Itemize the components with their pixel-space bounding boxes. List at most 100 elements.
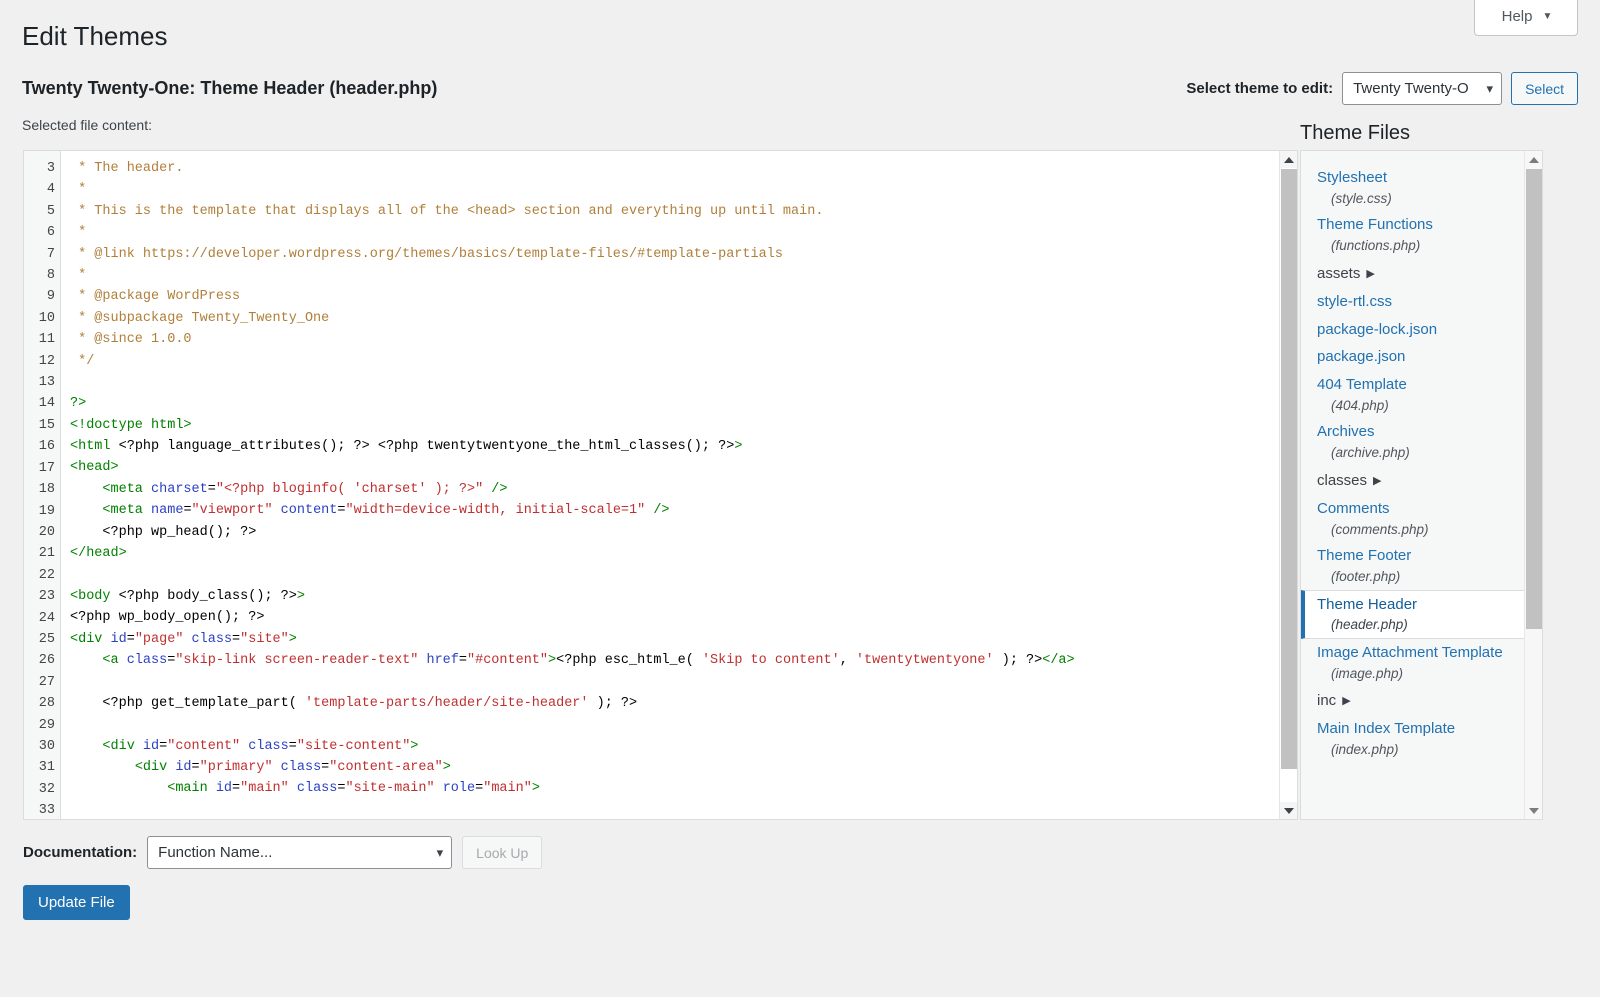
- code-line: * The header.: [70, 158, 1297, 179]
- update-file-button[interactable]: Update File: [23, 885, 130, 920]
- code-line: </head>: [70, 543, 1297, 564]
- theme-file-item-archives[interactable]: Archives (archive.php): [1301, 418, 1524, 465]
- editor-scrollbar[interactable]: [1279, 151, 1297, 819]
- line-number: 15: [38, 417, 55, 433]
- line-number: 27: [38, 674, 55, 690]
- code-token: >: [734, 439, 743, 455]
- code-token: <head>: [70, 460, 119, 476]
- code-token: *: [70, 182, 87, 198]
- scroll-up-arrow-icon[interactable]: [1280, 151, 1297, 168]
- code-token: class: [183, 631, 233, 647]
- code-token: </a>: [1042, 652, 1075, 668]
- code-token: name: [142, 503, 184, 519]
- current-file-heading: Twenty Twenty-One: Theme Header (header.…: [22, 77, 438, 98]
- scroll-down-arrow-icon[interactable]: [1280, 802, 1297, 819]
- theme-file-name: style-rtl.css: [1317, 292, 1392, 310]
- theme-file-item-theme-header[interactable]: Theme Header (header.php): [1301, 589, 1524, 639]
- editor-scrollbar-thumb[interactable]: [1281, 169, 1297, 769]
- code-line: * @subpackage Twenty_Twenty_One: [70, 308, 1297, 329]
- code-token: <?php wp_body_open(); ?>: [70, 610, 265, 626]
- code-token: * @link https://developer.wordpress.org/…: [70, 246, 783, 262]
- code-token: role: [434, 781, 476, 797]
- code-token: class: [288, 781, 338, 797]
- theme-file-item-theme-functions[interactable]: Theme Functions (functions.php): [1301, 211, 1524, 258]
- help-label: Help: [1501, 8, 1533, 25]
- code-token: "content-area": [329, 759, 443, 775]
- code-token: ); ?>: [588, 695, 638, 711]
- theme-files-panel: Stylesheet (style.css) Theme Functions (fun…: [1300, 150, 1543, 820]
- theme-file-name: Archives: [1317, 423, 1375, 441]
- theme-file-item-main-index-template[interactable]: Main Index Template (index.php): [1301, 715, 1524, 762]
- line-number: 7: [46, 246, 55, 262]
- help-toggle-button[interactable]: Help ▼: [1474, 0, 1578, 36]
- code-token: <meta: [102, 481, 143, 497]
- code-token: <main: [167, 781, 208, 797]
- scroll-up-arrow-icon[interactable]: [1525, 151, 1542, 168]
- theme-file-path: (404.php): [1331, 397, 1389, 413]
- code-token: charset: [142, 481, 208, 497]
- select-theme-button[interactable]: Select: [1511, 72, 1578, 105]
- theme-file-item-404-template[interactable]: 404 Template (404.php): [1301, 371, 1524, 418]
- code-line: */: [70, 351, 1297, 372]
- code-token: >: [288, 631, 297, 647]
- chevron-right-icon[interactable]: ▶: [1366, 267, 1374, 283]
- line-number: 30: [38, 738, 55, 754]
- theme-file-item-package-lock-json[interactable]: package-lock.json: [1301, 316, 1524, 344]
- code-token: <?php get_template_part(: [70, 695, 305, 711]
- theme-file-item-assets[interactable]: assets ▶: [1301, 259, 1524, 288]
- code-line: * @since 1.0.0: [70, 329, 1297, 350]
- code-token: =: [183, 503, 192, 519]
- line-number: 10: [38, 310, 55, 326]
- theme-file-item-style-rtl-css[interactable]: style-rtl.css: [1301, 288, 1524, 316]
- code-token: class: [118, 652, 168, 668]
- documentation-select[interactable]: Function Name...: [147, 836, 453, 869]
- line-number: 28: [38, 696, 55, 712]
- code-line: <div id="primary" class="content-area">: [70, 757, 1297, 778]
- code-token: * This is the template that displays all…: [70, 203, 824, 219]
- code-token: "width=device-width, initial-scale=1": [345, 503, 646, 519]
- chevron-down-icon: ▼: [1542, 10, 1553, 22]
- theme-files-scrollbar-thumb[interactable]: [1526, 169, 1542, 629]
- code-line: <?php get_template_part( 'template-parts…: [70, 693, 1297, 714]
- code-token: id: [134, 738, 160, 754]
- theme-file-item-package-json[interactable]: package.json: [1301, 343, 1524, 371]
- code-token: />: [483, 481, 508, 497]
- code-token: <body: [70, 588, 111, 604]
- theme-file-name: inc: [1317, 692, 1337, 710]
- code-token: "site-main": [345, 781, 435, 797]
- chevron-right-icon[interactable]: ▶: [1373, 474, 1381, 490]
- theme-file-name: Theme Header: [1317, 595, 1418, 613]
- code-token: <?php wp_head(); ?>: [70, 524, 257, 540]
- code-token: "skip-link screen-reader-text": [175, 652, 419, 668]
- line-number: 17: [38, 460, 55, 476]
- theme-file-name: Image Attachment Template: [1317, 643, 1503, 661]
- code-token: ); ?>: [993, 652, 1043, 668]
- theme-file-path: (image.php): [1331, 665, 1404, 681]
- code-line: <meta name="viewport" content="width=dev…: [70, 500, 1297, 521]
- code-token: <?php language_attributes(); ?> <?php tw…: [110, 439, 735, 455]
- code-line: * @link https://developer.wordpress.org/…: [70, 244, 1297, 265]
- theme-file-item-stylesheet[interactable]: Stylesheet (style.css): [1301, 164, 1524, 211]
- line-number: 6: [46, 225, 55, 241]
- code-token: class: [272, 759, 322, 775]
- code-content-area[interactable]: * The header. * * This is the template t…: [61, 151, 1297, 819]
- line-number: 23: [38, 589, 55, 605]
- theme-file-item-inc[interactable]: inc ▶: [1301, 686, 1524, 715]
- theme-file-path: (header.php): [1331, 617, 1408, 633]
- theme-file-item-theme-footer[interactable]: Theme Footer (footer.php): [1301, 542, 1524, 589]
- theme-file-name: package-lock.json: [1317, 320, 1438, 338]
- code-editor[interactable]: 3 4 5 6 7 8 9 10 11 12 13 14 15 16 17 18 19 20 21 22 23 24 25 2…: [23, 150, 1298, 820]
- documentation-label: Documentation:: [23, 844, 138, 861]
- look-up-button[interactable]: Look Up: [462, 836, 543, 869]
- chevron-right-icon[interactable]: ▶: [1342, 694, 1350, 710]
- theme-file-item-image-attachment-template[interactable]: Image Attachment Template (image.php): [1301, 639, 1524, 686]
- theme-file-item-comments[interactable]: Comments (comments.php): [1301, 495, 1524, 542]
- scroll-down-arrow-icon[interactable]: [1525, 802, 1542, 819]
- theme-file-item-classes[interactable]: classes ▶: [1301, 466, 1524, 495]
- theme-select-dropdown[interactable]: Twenty Twenty-O: [1342, 72, 1503, 105]
- theme-files-scrollbar[interactable]: [1524, 151, 1542, 819]
- code-token: "main": [240, 781, 289, 797]
